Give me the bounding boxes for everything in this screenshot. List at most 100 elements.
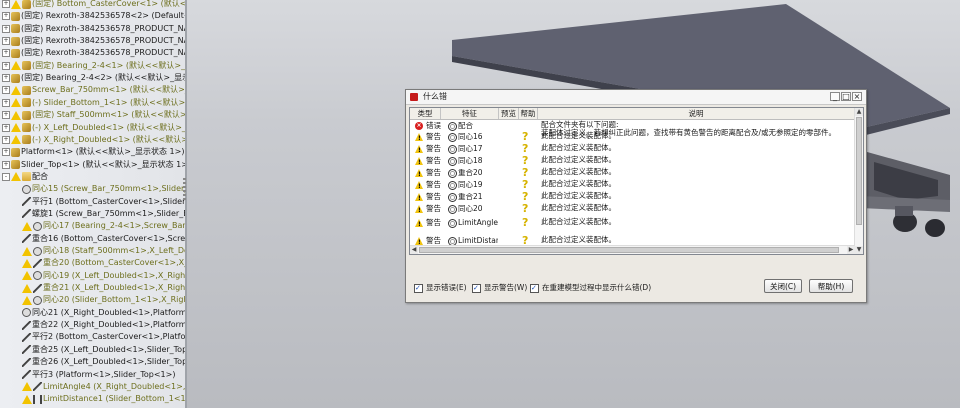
issue-feature[interactable]: 重合20: [458, 169, 498, 177]
expand-icon[interactable]: +: [2, 61, 10, 70]
checkbox-icon[interactable]: [414, 283, 423, 293]
tree-item[interactable]: + (固定) Bottom_CasterCover<1> (默认<<默认: [0, 0, 186, 10]
tree-item[interactable]: LimitAngle4 (X_Right_Doubled<1>,X_: [0, 381, 186, 393]
tree-item[interactable]: + (固定) Rexroth-3842536578_PRODUCT_NAM: [0, 23, 186, 35]
issues-list[interactable]: 类型 特征 预览 帮助 说明 × 错误 配合 配合文件夹有以下问题: 装配体过定义。若…: [409, 107, 864, 255]
expand-icon[interactable]: +: [2, 160, 10, 169]
checkbox-icon[interactable]: [530, 283, 539, 293]
expand-icon[interactable]: +: [2, 12, 10, 21]
tree-item[interactable]: + (固定) Bearing_2-4<2> (默认<<默认>_显示状: [0, 72, 186, 84]
tree-item[interactable]: + (固定) Rexroth-3842536578_PRODUCT_NAM: [0, 35, 186, 47]
tree-item[interactable]: 同心15 (Screw_Bar_750mm<1>,Slider_: [0, 183, 186, 195]
scroll-thumb[interactable]: [856, 117, 862, 225]
list-hscrollbar[interactable]: ◀ ▶: [410, 245, 855, 254]
close-icon[interactable]: ×: [852, 92, 862, 101]
tree-item[interactable]: + Screw_Bar_750mm<1> (默认<<默认>_显: [0, 84, 186, 96]
warning-icon: [415, 145, 423, 154]
tree-item[interactable]: 重合20 (Bottom_CasterCover<1>,X_L: [0, 257, 186, 269]
issue-feature[interactable]: 同心19: [458, 181, 498, 189]
close-button[interactable]: 关闭(C): [764, 279, 802, 293]
tree-item[interactable]: + (-) X_Left_Doubled<1> (默认<<默认>_显示状态-1: [0, 122, 186, 134]
issue-row[interactable]: 警告同心17?此配合过定义装配体。: [410, 143, 855, 155]
tree-item[interactable]: 重合16 (Bottom_CasterCover<1>,Screw_: [0, 233, 186, 245]
tree-item[interactable]: + (固定) Rexroth-3842536578_PRODUCT_NAM: [0, 47, 186, 59]
scroll-left-icon[interactable]: ◀: [410, 246, 418, 254]
feature-tree[interactable]: + (固定) Bottom_CasterCover<1> (默认<<默认 + (固定)…: [0, 0, 186, 408]
tree-item[interactable]: + (-) Slider_Bottom_1<1> (默认<<默认>_显: [0, 97, 186, 109]
tree-item[interactable]: - 配合: [0, 171, 48, 183]
issue-row[interactable]: 警告重合20?此配合过定义装配体。: [410, 167, 855, 179]
issue-feature[interactable]: 重合21: [458, 193, 498, 201]
expand-icon[interactable]: +: [2, 111, 10, 120]
expand-icon[interactable]: +: [2, 123, 10, 132]
expand-icon[interactable]: +: [2, 49, 10, 58]
issue-description: 此配合过定义装配体。: [541, 167, 616, 176]
tree-item[interactable]: 同心20 (Slider_Bottom_1<1>,X_Right_: [0, 294, 186, 306]
expand-icon[interactable]: +: [2, 148, 10, 157]
scroll-down-icon[interactable]: ▼: [855, 246, 863, 254]
col-type[interactable]: 类型: [410, 108, 441, 119]
col-description[interactable]: 说明: [538, 108, 855, 119]
tree-item[interactable]: 平行2 (Bottom_CasterCover<1>,Platform: [0, 331, 186, 343]
tree-item[interactable]: 同心17 (Bearing_2-4<1>,Screw_Bar_7: [0, 220, 186, 232]
tree-item[interactable]: 平行3 (Platform<1>,Slider_Top<1>): [0, 369, 175, 381]
issue-row[interactable]: 警告 同心20? 此配合过定义装配体。: [410, 203, 855, 215]
expand-icon[interactable]: +: [2, 0, 10, 8]
expand-icon[interactable]: +: [2, 37, 10, 46]
tree-item[interactable]: 重合22 (X_Right_Doubled<1>,Platform<: [0, 319, 186, 331]
scroll-up-icon[interactable]: ▲: [855, 108, 863, 116]
tree-item[interactable]: 同心21 (X_Right_Doubled<1>,Platform<: [0, 307, 186, 319]
help-question-icon[interactable]: ?: [522, 203, 528, 215]
col-feature[interactable]: 特征: [441, 108, 499, 119]
tree-splitter[interactable]: [185, 0, 187, 408]
tree-item[interactable]: + (固定) Rexroth-3842536578<2> (Default<<D: [0, 10, 186, 22]
col-preview[interactable]: 预览: [499, 108, 519, 119]
tree-item[interactable]: + Platform<1> (默认<<默认>_显示状态 1>): [0, 146, 184, 158]
expand-icon[interactable]: +: [2, 135, 10, 144]
help-button[interactable]: 帮助(H): [809, 279, 853, 293]
issue-row[interactable]: 警告同心18?此配合过定义装配体。: [410, 155, 855, 167]
issue-row[interactable]: 警告重合21?此配合过定义装配体。: [410, 191, 855, 203]
help-question-icon[interactable]: ?: [522, 217, 528, 229]
tree-item[interactable]: 螺旋1 (Screw_Bar_750mm<1>,Slider_Bot: [0, 208, 186, 220]
expand-icon[interactable]: +: [2, 86, 10, 95]
tree-scroll-grip[interactable]: [183, 178, 186, 200]
tree-item[interactable]: + Slider_Top<1> (默认<<默认>_显示状态 1>): [0, 159, 186, 171]
issue-feature[interactable]: 同心16: [458, 133, 498, 141]
checkbox-icon[interactable]: [472, 283, 481, 293]
issue-feature[interactable]: LimitAngle4: [458, 219, 498, 227]
issue-feature[interactable]: LimitDistance1: [458, 237, 498, 245]
tree-item[interactable]: + (-) X_Right_Doubled<1> (默认<<默认>_: [0, 134, 186, 146]
minimize-button[interactable]: _: [830, 92, 840, 101]
expand-icon[interactable]: +: [2, 24, 10, 33]
tree-item[interactable]: LimitDistance1 (Slider_Bottom_1<1>,X_: [0, 393, 186, 405]
show-on-rebuild-checkbox[interactable]: 在重建模型过程中显示什么错(D): [530, 283, 651, 293]
issue-feature[interactable]: 同心20: [458, 205, 498, 213]
parallel-mate-icon: [22, 332, 31, 342]
tree-item[interactable]: + (固定) Staff_500mm<1> (默认<<默认>_显: [0, 109, 186, 121]
tree-item[interactable]: 同心19 (X_Left_Doubled<1>,X_Right_D: [0, 270, 186, 282]
dialog-title-bar[interactable]: 什么错 _ □ ×: [406, 90, 866, 105]
issue-feature[interactable]: 同心18: [458, 157, 498, 165]
tree-item[interactable]: 重合26 (X_Left_Doubled<1>,Slider_Top<: [0, 356, 186, 368]
col-help[interactable]: 帮助: [519, 108, 538, 119]
issue-feature[interactable]: 配合: [458, 122, 498, 130]
issue-feature[interactable]: 同心17: [458, 145, 498, 153]
show-warnings-checkbox[interactable]: 显示警告(W): [472, 283, 527, 293]
tree-item[interactable]: 重合21 (X_Left_Doubled<1>,X_Right_D: [0, 282, 186, 294]
show-errors-checkbox[interactable]: 显示错误(E): [414, 283, 467, 293]
tree-item[interactable]: 平行1 (Bottom_CasterCover<1>,Slider_B: [0, 196, 186, 208]
tree-item[interactable]: 重合25 (X_Left_Doubled<1>,Slider_Top<: [0, 344, 186, 356]
issue-row[interactable]: 警告同心16?此配合过定义装配体。: [410, 131, 855, 143]
issue-row[interactable]: 警告 LimitAngle4? 此配合过定义装配体。: [410, 217, 855, 229]
maximize-button[interactable]: □: [841, 92, 851, 101]
list-vscrollbar[interactable]: ▲ ▼: [854, 108, 863, 254]
expand-icon[interactable]: -: [2, 172, 10, 181]
expand-icon[interactable]: +: [2, 74, 10, 83]
scroll-right-icon[interactable]: ▶: [847, 246, 855, 254]
issue-row[interactable]: 警告同心19?此配合过定义装配体。: [410, 179, 855, 191]
hscroll-thumb[interactable]: [419, 247, 839, 253]
expand-icon[interactable]: +: [2, 98, 10, 107]
tree-item[interactable]: 同心18 (Staff_500mm<1>,X_Left_Doubl: [0, 245, 186, 257]
tree-item[interactable]: + (固定) Bearing_2-4<1> (默认<<默认>_显示: [0, 60, 186, 72]
